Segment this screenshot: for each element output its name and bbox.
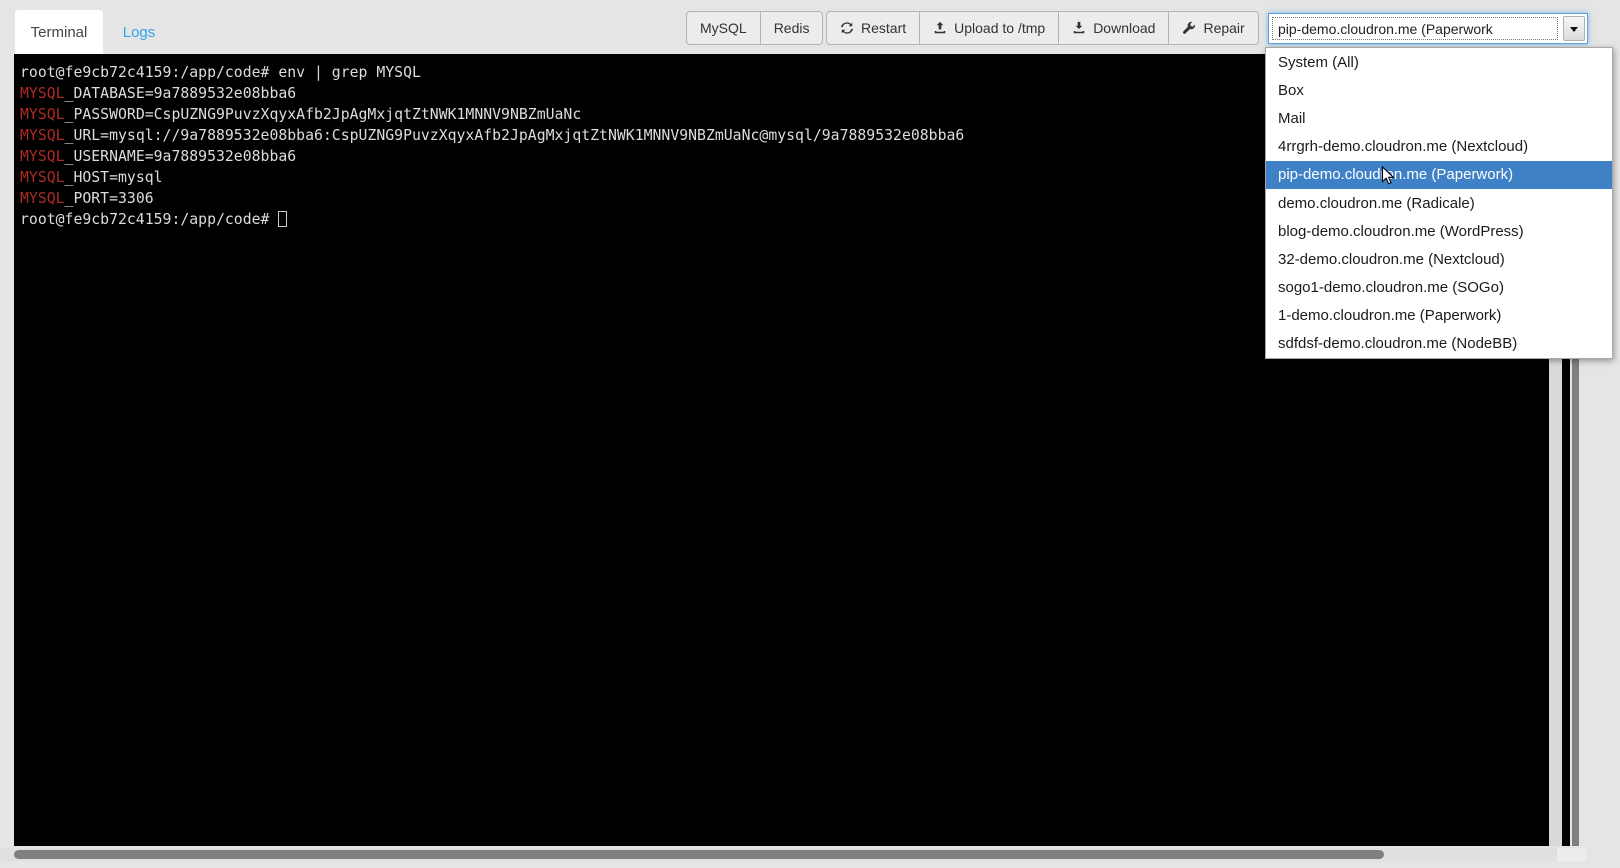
terminal-text-segment: MYSQL xyxy=(20,106,65,123)
tab-logs[interactable]: Logs xyxy=(103,10,175,54)
terminal-cursor xyxy=(278,211,287,227)
scrollbar-corner xyxy=(1557,848,1586,861)
terminal-line: root@fe9cb72c4159:/app/code# xyxy=(20,209,964,230)
terminal-text-segment: _DATABASE=9a7889532e08bba6 xyxy=(65,85,297,102)
terminal-line: MYSQL_USERNAME=9a7889532e08bba6 xyxy=(20,146,964,167)
dropdown-option[interactable]: Box xyxy=(1266,76,1612,104)
dropdown-option[interactable]: 4rrgrh-demo.cloudron.me (Nextcloud) xyxy=(1266,133,1612,161)
terminal-text-segment: MYSQL xyxy=(20,148,65,165)
terminal-text-segment: _USERNAME=9a7889532e08bba6 xyxy=(65,148,297,165)
terminal-text-segment: _PASSWORD=CspUZNG9PuvzXqyxAfb2JpAgMxjqtZ… xyxy=(65,106,582,123)
repair-button-label: Repair xyxy=(1203,20,1244,36)
terminal-text-segment: root@fe9cb72c4159:/app/code# env | grep … xyxy=(20,64,421,81)
refresh-icon xyxy=(840,21,854,35)
app-select-value: pip-demo.cloudron.me (Paperwork xyxy=(1272,17,1558,40)
dropdown-option[interactable]: 32-demo.cloudron.me (Nextcloud) xyxy=(1266,245,1612,273)
dropdown-option[interactable]: sogo1-demo.cloudron.me (SOGo) xyxy=(1266,274,1612,302)
terminal-text-segment: _HOST=mysql xyxy=(65,169,163,186)
terminal-text-segment: MYSQL xyxy=(20,127,65,144)
dropdown-option[interactable]: pip-demo.cloudron.me (Paperwork) xyxy=(1266,161,1612,189)
download-icon xyxy=(1072,21,1086,35)
terminal-output: root@fe9cb72c4159:/app/code# env | grep … xyxy=(20,62,964,230)
horizontal-scrollbar-thumb[interactable] xyxy=(14,850,1384,859)
db-button-group: MySQL Redis xyxy=(686,11,823,45)
terminal-line: MYSQL_DATABASE=9a7889532e08bba6 xyxy=(20,83,964,104)
tab-terminal-label: Terminal xyxy=(31,24,88,41)
mysql-button[interactable]: MySQL xyxy=(686,11,761,45)
wrench-icon xyxy=(1182,21,1196,35)
app-select-dropdown: System (All)BoxMail4rrgrh-demo.cloudron.… xyxy=(1265,47,1613,359)
terminal-text-segment: MYSQL xyxy=(20,85,65,102)
terminal-line: MYSQL_PORT=3306 xyxy=(20,188,964,209)
tab-logs-label: Logs xyxy=(123,24,156,41)
redis-button[interactable]: Redis xyxy=(760,11,824,45)
terminal-line: root@fe9cb72c4159:/app/code# env | grep … xyxy=(20,62,964,83)
terminal-text-segment: MYSQL xyxy=(20,169,65,186)
download-button[interactable]: Download xyxy=(1058,11,1169,45)
dropdown-option[interactable]: sdfdsf-demo.cloudron.me (NodeBB) xyxy=(1266,330,1612,358)
upload-button[interactable]: Upload to /tmp xyxy=(919,11,1059,45)
terminal-text-segment: _URL=mysql://9a7889532e08bba6:CspUZNG9Pu… xyxy=(65,127,965,144)
action-button-group: Restart Upload to /tmp Download Repair xyxy=(826,11,1259,45)
terminal-line: MYSQL_PASSWORD=CspUZNG9PuvzXqyxAfb2JpAgM… xyxy=(20,104,964,125)
app-select-caret-button[interactable] xyxy=(1563,16,1585,41)
repair-button[interactable]: Repair xyxy=(1168,11,1258,45)
download-button-label: Download xyxy=(1093,20,1155,36)
dropdown-option[interactable]: demo.cloudron.me (Radicale) xyxy=(1266,189,1612,217)
terminal-line: MYSQL_URL=mysql://9a7889532e08bba6:CspUZ… xyxy=(20,125,964,146)
dropdown-option[interactable]: blog-demo.cloudron.me (WordPress) xyxy=(1266,217,1612,245)
terminal-text-segment: MYSQL xyxy=(20,190,65,207)
dropdown-option[interactable]: 1-demo.cloudron.me (Paperwork) xyxy=(1266,302,1612,330)
tab-terminal[interactable]: Terminal xyxy=(15,10,103,54)
upload-button-label: Upload to /tmp xyxy=(954,20,1045,36)
restart-button-label: Restart xyxy=(861,20,906,36)
terminal-line: MYSQL_HOST=mysql xyxy=(20,167,964,188)
redis-button-label: Redis xyxy=(774,20,810,36)
app-select[interactable]: pip-demo.cloudron.me (Paperwork xyxy=(1268,13,1588,44)
terminal-text-segment: root@fe9cb72c4159:/app/code# xyxy=(20,211,278,228)
restart-button[interactable]: Restart xyxy=(826,11,920,45)
chevron-down-icon xyxy=(1570,27,1578,36)
mysql-button-label: MySQL xyxy=(700,20,747,36)
upload-icon xyxy=(933,21,947,35)
dropdown-option[interactable]: Mail xyxy=(1266,104,1612,132)
dropdown-option[interactable]: System (All) xyxy=(1266,48,1612,76)
terminal-text-segment: _PORT=3306 xyxy=(65,190,154,207)
